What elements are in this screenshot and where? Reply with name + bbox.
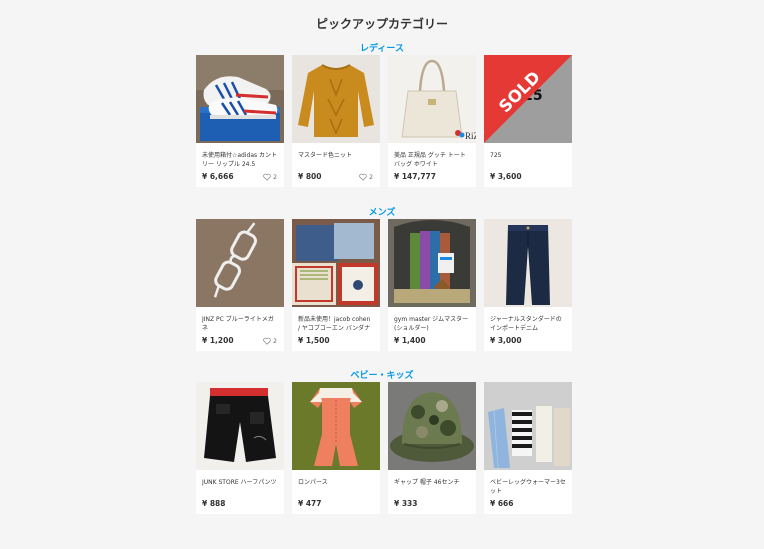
section-title-mens[interactable]: メンズ (0, 205, 764, 218)
like-count-value: 2 (273, 337, 277, 345)
page-title: ピックアップカテゴリー (315, 17, 448, 31)
section-title-ladies[interactable]: レディース (0, 41, 764, 54)
product-name: ジャーナルスタンダードのインポートデニム (490, 316, 562, 332)
product-grid-mens: JINZ PC ブルーライトメガネ ¥ 1,200 2 新品未使用！jacob … (196, 219, 572, 351)
product-price: ¥ 800 (298, 172, 322, 181)
product-price: ¥ 3,600 (490, 172, 522, 181)
product-price: ¥ 477 (298, 499, 322, 508)
section-title-baby-kids[interactable]: ベビー・キッズ (0, 368, 764, 381)
product-card[interactable]: マスタード色ニット ¥ 800 2 (292, 55, 380, 187)
product-card[interactable]: gym master ジムマスター (ショルダー) ¥ 1,400 (388, 219, 476, 351)
product-card[interactable]: JUNK STORE ハーフパンツ ¥ 888 (196, 382, 284, 514)
product-grid-baby-kids: JUNK STORE ハーフパンツ ¥ 888 ロンパース ¥ 477 ギャップ… (196, 382, 572, 514)
product-name: ベビーレッグウォーマー3セット (490, 479, 566, 495)
product-card[interactable]: ベビーレッグウォーマー3セット ¥ 666 (484, 382, 572, 514)
product-image-denim[interactable] (484, 219, 572, 307)
product-name: 725 (490, 152, 502, 159)
product-card[interactable]: ジャーナルスタンダードのインポートデニム ¥ 3,000 (484, 219, 572, 351)
like-count-value: 2 (273, 173, 277, 181)
product-image-leg-warmers[interactable] (484, 382, 572, 470)
product-image-half-pants[interactable] (196, 382, 284, 470)
like-count[interactable]: 2 (263, 173, 277, 181)
product-name: ギャップ 帽子 46センチ (394, 479, 460, 486)
product-name: 美品 正規品 グッチ トートバッグ ホワイト (394, 152, 466, 168)
like-count-value: 2 (369, 173, 373, 181)
product-price: ¥ 666 (490, 499, 514, 508)
product-name: 新品未使用！jacob cohen / ヤコブコーエン バンダナ (298, 316, 371, 332)
product-card[interactable]: RiZ 美品 正規品 グッチ トートバッグ ホワイト ¥ 147,777 (388, 55, 476, 187)
product-name: gym master ジムマスター (ショルダー) (394, 316, 469, 332)
product-name: JINZ PC ブルーライトメガネ (202, 316, 274, 332)
product-price: ¥ 333 (394, 499, 418, 508)
product-card[interactable]: 725 SOLD 725 ¥ 3,600 (484, 55, 572, 187)
product-image-placeholder[interactable]: 725 SOLD (484, 55, 572, 143)
product-image-white-tote[interactable]: RiZ (388, 55, 476, 143)
product-price: ¥ 888 (202, 499, 226, 508)
product-image-mustard-knit[interactable] (292, 55, 380, 143)
product-price: ¥ 1,500 (298, 336, 330, 345)
product-name: JUNK STORE ハーフパンツ (202, 479, 277, 486)
product-price: ¥ 147,777 (394, 172, 436, 181)
watermark: RiZ (465, 131, 476, 141)
product-card[interactable]: 新品未使用！jacob cohen / ヤコブコーエン バンダナ ¥ 1,500 (292, 219, 380, 351)
product-price: ¥ 6,666 (202, 172, 234, 181)
product-card[interactable]: ロンパース ¥ 477 (292, 382, 380, 514)
product-image-camo-hat[interactable] (388, 382, 476, 470)
like-count[interactable]: 2 (359, 173, 373, 181)
product-price: ¥ 1,200 (202, 336, 234, 345)
like-count[interactable]: 2 (263, 337, 277, 345)
product-image-romper[interactable] (292, 382, 380, 470)
product-image-handkerchiefs[interactable] (292, 219, 380, 307)
heart-icon (359, 173, 367, 181)
product-image-glasses[interactable] (196, 219, 284, 307)
product-grid-ladies: 未使用箱付☆adidas カントリー リップル 24.5 ¥ 6,666 2 マ… (196, 55, 572, 187)
product-card[interactable]: 未使用箱付☆adidas カントリー リップル 24.5 ¥ 6,666 2 (196, 55, 284, 187)
product-name: 未使用箱付☆adidas カントリー リップル 24.5 (202, 152, 278, 168)
product-price: ¥ 1,400 (394, 336, 426, 345)
sold-badge: SOLD (484, 55, 572, 143)
product-name: ロンパース (298, 479, 328, 486)
product-name: マスタード色ニット (298, 152, 353, 159)
heart-icon (263, 337, 271, 345)
product-image-sneakers[interactable] (196, 55, 284, 143)
product-price: ¥ 3,000 (490, 336, 522, 345)
product-image-shoulder-bag[interactable] (388, 219, 476, 307)
heart-icon (263, 173, 271, 181)
product-card[interactable]: JINZ PC ブルーライトメガネ ¥ 1,200 2 (196, 219, 284, 351)
product-card[interactable]: ギャップ 帽子 46センチ ¥ 333 (388, 382, 476, 514)
